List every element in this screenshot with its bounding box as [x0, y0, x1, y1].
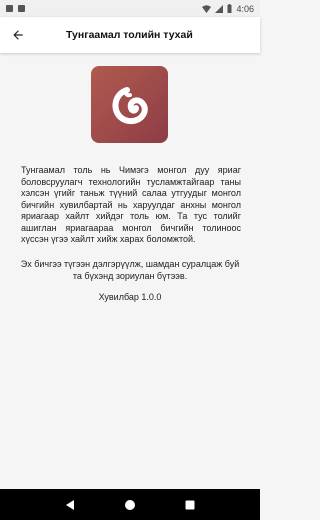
nav-home-button[interactable]	[118, 493, 142, 517]
nav-recents-button[interactable]	[178, 493, 202, 517]
system-nav-bar	[0, 489, 260, 520]
dedication-text: Эх бичгээ түгээн дэлгэрүүлж, шамдан сура…	[20, 259, 240, 281]
page-title: Тунгаамал толийн тухай	[66, 29, 193, 41]
notification-icon	[6, 5, 13, 12]
status-system: 4:06	[202, 4, 254, 14]
back-button[interactable]	[0, 17, 36, 53]
status-bar: 4:06	[0, 0, 260, 17]
app-description: Тунгаамал толь нь Чимэгэ монгол дуу яриа…	[21, 165, 241, 244]
status-time: 4:06	[236, 3, 254, 14]
triangle-back-icon	[66, 499, 74, 510]
app-bar: Тунгаамал толийн тухай	[0, 17, 260, 53]
status-notifications	[6, 5, 25, 12]
battery-icon	[227, 4, 232, 13]
nav-back-button[interactable]	[58, 493, 82, 517]
arrow-left-icon	[13, 30, 23, 40]
square-recents-icon	[185, 500, 195, 509]
app-logo	[91, 66, 168, 143]
sd-card-icon	[18, 5, 25, 12]
signal-icon	[215, 4, 224, 13]
version-label: Хувилбар 1.0.0	[98, 292, 162, 302]
app-logo-icon	[112, 86, 148, 124]
circle-home-icon	[125, 499, 135, 510]
wifi-icon	[202, 4, 212, 13]
